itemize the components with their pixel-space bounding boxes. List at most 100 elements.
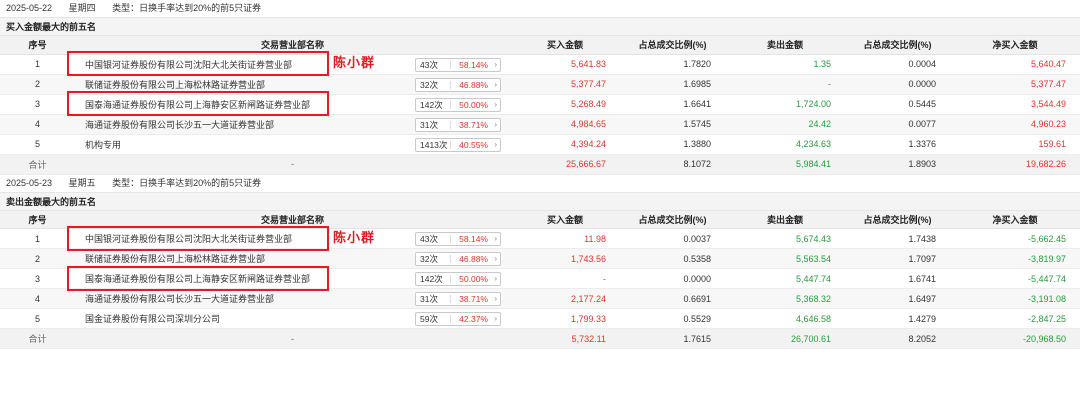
net-amount: -5,662.45 bbox=[950, 228, 1080, 249]
header-sell: 卖出金额 bbox=[725, 36, 845, 55]
broker-name-cell[interactable]: 联储证券股份有限公司上海松林路证券营业部 32次 46.88% › bbox=[75, 248, 510, 269]
table-row[interactable]: 3 国泰海通证券股份有限公司上海静安区新闸路证券营业部 142次 50.00% › -0.… bbox=[0, 268, 1080, 289]
header-net: 净买入金额 bbox=[950, 36, 1080, 55]
table-row[interactable]: 4 海通证券股份有限公司长沙五一大道证券营业部 31次 38.71% › 4,984.65… bbox=[0, 114, 1080, 135]
sell-ratio: 1.6741 bbox=[845, 268, 950, 289]
chevron-right-icon: › bbox=[494, 234, 497, 243]
badge-divider bbox=[450, 315, 451, 323]
sell-amount: 5,447.74 bbox=[725, 268, 845, 289]
sell-amount: 5,563.54 bbox=[725, 248, 845, 269]
sell-ratio: 1.3376 bbox=[845, 134, 950, 155]
broker-name-cell[interactable]: 中国银河证券股份有限公司沈阳大北关街证券营业部 43次 58.14% › bbox=[75, 228, 510, 249]
table-row[interactable]: 3 国泰海通证券股份有限公司上海静安区新闸路证券营业部 142次 50.00% › 5,2… bbox=[0, 94, 1080, 115]
sell-amount: 4,234.63 bbox=[725, 134, 845, 155]
appearance-count: 31次 bbox=[420, 119, 438, 130]
buy-amount: - bbox=[510, 268, 620, 289]
net-amount: 4,960.23 bbox=[950, 114, 1080, 135]
total-name: - bbox=[75, 154, 510, 175]
total-buy: 25,666.67 bbox=[510, 154, 620, 175]
table-row[interactable]: 1 中国银河证券股份有限公司沈阳大北关街证券营业部 43次 58.14% › 11.98 0… bbox=[0, 228, 1080, 249]
chevron-right-icon: › bbox=[494, 139, 497, 149]
sell-amount: - bbox=[725, 74, 845, 95]
buy-ratio: 1.6985 bbox=[620, 74, 725, 95]
sell-ratio: 1.6497 bbox=[845, 288, 950, 309]
broker-name: 国金证券股份有限公司深圳分公司 bbox=[85, 314, 221, 324]
buy-amount: 5,641.83 bbox=[510, 54, 620, 75]
table-row[interactable]: 2 联储证券股份有限公司上海松林路证券营业部 32次 46.88% › 5,377.47 1… bbox=[0, 74, 1080, 95]
table-row[interactable]: 1 中国银河证券股份有限公司沈阳大北关街证券营业部 43次 58.14% › 5,641.… bbox=[0, 54, 1080, 75]
table-row[interactable]: 5 国金证券股份有限公司深圳分公司 59次 42.37% › 1,799.33 0.5529… bbox=[0, 308, 1080, 329]
header-sell-ratio: 占总成交比例(%) bbox=[845, 36, 950, 55]
table-row[interactable]: 4 海通证券股份有限公司长沙五一大道证券营业部 31次 38.71% › 2,177.24… bbox=[0, 288, 1080, 309]
broker-stats-button[interactable]: 142次 50.00% › bbox=[415, 97, 501, 112]
win-rate: 40.55% bbox=[459, 139, 488, 150]
broker-name: 联储证券股份有限公司上海松林路证券营业部 bbox=[85, 79, 266, 90]
buy-amount: 1,799.33 bbox=[510, 308, 620, 329]
net-amount: 3,544.49 bbox=[950, 94, 1080, 115]
list-type: 类型：日换手率达到20%的前5只证券 bbox=[112, 3, 262, 13]
row-index: 5 bbox=[0, 308, 75, 329]
header-buy: 买入金额 bbox=[510, 210, 620, 229]
row-index: 2 bbox=[0, 248, 75, 269]
broker-stats-button[interactable]: 31次 38.71% › bbox=[415, 117, 501, 132]
row-index: 1 bbox=[0, 54, 75, 75]
buy-ratio: 0.5358 bbox=[620, 248, 725, 269]
header-idx: 序号 bbox=[0, 210, 75, 229]
broker-stats-button[interactable]: 31次 38.71% › bbox=[415, 292, 501, 306]
net-amount: -5,447.74 bbox=[950, 268, 1080, 289]
broker-name-cell[interactable]: 国泰海通证券股份有限公司上海静安区新闸路证券营业部 142次 50.00% › bbox=[75, 268, 510, 289]
broker-stats-button[interactable]: 43次 58.14% › bbox=[415, 232, 501, 246]
net-amount: 5,640.47 bbox=[950, 54, 1080, 75]
appearance-count: 142次 bbox=[420, 274, 443, 284]
table-row[interactable]: 5 机构专用 1413次 40.55% › 4,394.24 1.3880 4,234.63 1… bbox=[0, 134, 1080, 155]
appearance-count: 43次 bbox=[420, 59, 438, 70]
appearance-count: 31次 bbox=[420, 294, 438, 304]
sell-amount: 5,368.32 bbox=[725, 288, 845, 309]
broker-name-cell[interactable]: 国泰海通证券股份有限公司上海静安区新闸路证券营业部 142次 50.00% › bbox=[75, 94, 510, 115]
total-sell-ratio: 8.2052 bbox=[845, 328, 950, 349]
net-amount: -3,819.97 bbox=[950, 248, 1080, 269]
total-name: - bbox=[75, 328, 510, 349]
broker-name-cell[interactable]: 联储证券股份有限公司上海松林路证券营业部 32次 46.88% › bbox=[75, 74, 510, 95]
annotation-name: 陈小群 bbox=[333, 230, 376, 246]
broker-stats-button[interactable]: 142次 50.00% › bbox=[415, 272, 501, 286]
broker-stats-button[interactable]: 1413次 40.55% › bbox=[415, 137, 501, 152]
broker-stats-button[interactable]: 32次 46.88% › bbox=[415, 252, 501, 266]
total-net: -20,968.50 bbox=[950, 328, 1080, 349]
header-name: 交易营业部名称 bbox=[75, 210, 510, 229]
trade-date: 2025-05-23 bbox=[6, 177, 53, 188]
chevron-right-icon: › bbox=[494, 274, 497, 283]
win-rate: 38.71% bbox=[459, 119, 488, 130]
badge-divider bbox=[450, 60, 451, 69]
info-line: 2025-05-23 星期五 类型：日换手率达到20%的前5只证券 bbox=[0, 175, 1080, 192]
buy-ratio: 1.3880 bbox=[620, 134, 725, 155]
chevron-right-icon: › bbox=[494, 99, 497, 109]
broker-name: 联储证券股份有限公司上海松林路证券营业部 bbox=[85, 254, 266, 264]
broker-stats-button[interactable]: 32次 46.88% › bbox=[415, 77, 501, 92]
broker-name-cell[interactable]: 机构专用 1413次 40.55% › bbox=[75, 134, 510, 155]
broker-stats-button[interactable]: 43次 58.14% › bbox=[415, 57, 501, 72]
appearance-count: 142次 bbox=[420, 99, 443, 110]
sell-ratio: 0.0077 bbox=[845, 114, 950, 135]
table-header-row: 序号 交易营业部名称 买入金额 占总成交比例(%) 卖出金额 占总成交比例(%)… bbox=[0, 210, 1080, 229]
header-sell: 卖出金额 bbox=[725, 210, 845, 229]
broker-stats-button[interactable]: 59次 42.37% › bbox=[415, 312, 501, 326]
buy-ratio: 1.6641 bbox=[620, 94, 725, 115]
net-amount: 5,377.47 bbox=[950, 74, 1080, 95]
total-buy-ratio: 8.1072 bbox=[620, 154, 725, 175]
chevron-right-icon: › bbox=[494, 79, 497, 89]
broker-name-cell[interactable]: 海通证券股份有限公司长沙五一大道证券营业部 31次 38.71% › bbox=[75, 114, 510, 135]
broker-name-cell[interactable]: 海通证券股份有限公司长沙五一大道证券营业部 31次 38.71% › bbox=[75, 288, 510, 309]
broker-name: 中国银河证券股份有限公司沈阳大北关街证券营业部 bbox=[85, 234, 293, 244]
header-name: 交易营业部名称 bbox=[75, 36, 510, 55]
broker-table: 序号 交易营业部名称 买入金额 占总成交比例(%) 卖出金额 占总成交比例(%)… bbox=[0, 210, 1080, 349]
broker-name-cell[interactable]: 国金证券股份有限公司深圳分公司 59次 42.37% › bbox=[75, 308, 510, 329]
appearance-count: 32次 bbox=[420, 79, 438, 90]
broker-name: 海通证券股份有限公司长沙五一大道证券营业部 bbox=[85, 294, 275, 304]
broker-name-cell[interactable]: 中国银河证券股份有限公司沈阳大北关街证券营业部 43次 58.14% › bbox=[75, 54, 510, 75]
chevron-right-icon: › bbox=[494, 294, 497, 303]
broker-name: 海通证券股份有限公司长沙五一大道证券营业部 bbox=[85, 119, 275, 130]
table-row[interactable]: 2 联储证券股份有限公司上海松林路证券营业部 32次 46.88% › 1,743.56 0… bbox=[0, 248, 1080, 269]
table-header-row: 序号 交易营业部名称 买入金额 占总成交比例(%) 卖出金额 占总成交比例(%)… bbox=[0, 36, 1080, 55]
buy-amount: 11.98 bbox=[510, 228, 620, 249]
